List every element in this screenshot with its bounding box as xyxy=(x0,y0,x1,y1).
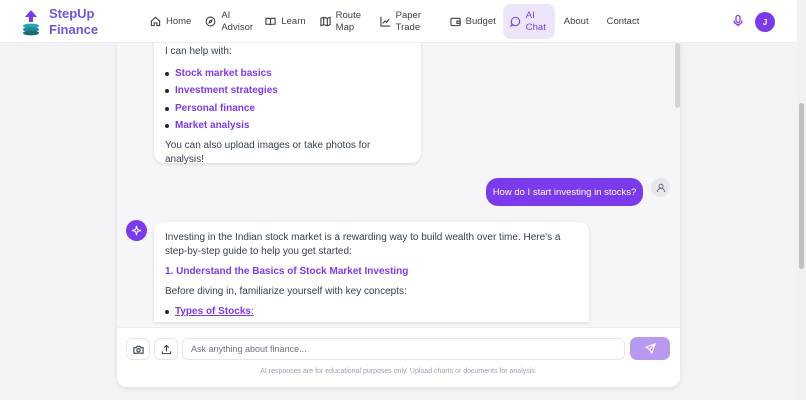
topic-item: Investment strategies xyxy=(165,83,410,101)
reply-bullet-title: Types of Stocks xyxy=(175,306,251,317)
topic-item: Market analysis xyxy=(165,118,410,136)
logo-coins-icon xyxy=(18,7,44,37)
nav-paper-trade-label: Paper Trade xyxy=(395,9,422,33)
topic-list: Stock market basics Investment strategie… xyxy=(165,65,410,135)
reply-bullet: Types of Stocks: xyxy=(165,305,578,319)
microphone-icon[interactable] xyxy=(731,14,745,28)
compass-icon xyxy=(205,16,216,27)
user-message: How do I start investing in stocks? xyxy=(486,178,643,206)
nav-learn[interactable]: Learn xyxy=(258,4,312,39)
nav-ai-chat-label: AI Chat xyxy=(525,9,546,33)
reply-bullet-colon: : xyxy=(250,306,254,317)
brand-logo[interactable]: StepUp Finance xyxy=(18,6,98,38)
welcome-intro: I can help with: xyxy=(165,46,232,57)
nav-ai-advisor[interactable]: AI Advisor xyxy=(198,4,258,39)
message-circle-icon xyxy=(509,16,520,27)
nav-home[interactable]: Home xyxy=(143,4,198,39)
reply-paragraph: Investing in the Indian stock market is … xyxy=(165,232,561,257)
topic-item: Stock market basics xyxy=(165,65,410,83)
user-icon xyxy=(656,183,665,192)
camera-icon xyxy=(132,345,144,354)
nav-ai-chat[interactable]: AI Chat xyxy=(502,4,555,39)
assistant-avatar xyxy=(126,220,147,241)
topic-item: Personal finance xyxy=(165,100,410,118)
page-scrollbar-thumb[interactable] xyxy=(799,103,804,269)
user-message-avatar xyxy=(651,178,670,197)
camera-button[interactable] xyxy=(126,338,150,360)
sparkles-icon xyxy=(131,225,142,236)
nav-ai-advisor-label: AI Advisor xyxy=(221,9,254,33)
disclaimer-text: AI responses are for educational purpose… xyxy=(260,368,537,375)
user-message-text: How do I start investing in stocks? xyxy=(492,186,637,198)
map-icon xyxy=(320,16,331,27)
reply-paragraph: Before diving in, familiarize yourself w… xyxy=(165,286,407,297)
reply-heading: 1. Understand the Basics of Stock Market… xyxy=(165,266,409,277)
nav-about-label: About xyxy=(563,15,589,27)
nav-contact[interactable]: Contact xyxy=(598,4,649,39)
trending-up-icon xyxy=(380,16,390,27)
nav-budget-label: Budget xyxy=(465,15,496,27)
user-avatar[interactable]: J xyxy=(755,12,775,32)
home-icon xyxy=(150,16,161,27)
send-button[interactable] xyxy=(630,337,670,360)
book-open-icon xyxy=(265,17,276,26)
nav-budget[interactable]: Budget xyxy=(443,4,503,39)
wallet-icon xyxy=(450,17,461,27)
upload-icon xyxy=(161,344,171,354)
top-navbar: StepUp Finance Home AI Advisor Learn Rou… xyxy=(0,0,797,43)
nav-about[interactable]: About xyxy=(555,4,598,39)
welcome-outro: You can also upload images or take photo… xyxy=(165,140,371,165)
send-icon xyxy=(644,343,656,354)
brand-line-1: StepUp xyxy=(49,6,95,21)
chat-scrollbar[interactable] xyxy=(675,43,680,108)
brand-name: StepUp Finance xyxy=(49,6,98,38)
brand-line-2: Finance xyxy=(49,22,99,37)
chat-input[interactable] xyxy=(182,338,625,360)
nav-learn-label: Learn xyxy=(281,15,306,27)
nav-route-map-label: Route Map xyxy=(335,9,362,33)
nav-paper-trade[interactable]: Paper Trade xyxy=(373,4,443,39)
upload-button[interactable] xyxy=(154,338,178,360)
user-initial: J xyxy=(762,17,768,27)
nav-contact-label: Contact xyxy=(606,15,640,27)
nav-home-label: Home xyxy=(166,15,192,27)
nav-route-map[interactable]: Route Map xyxy=(313,4,373,39)
assistant-reply-message: Investing in the Indian stock market is … xyxy=(154,222,589,322)
assistant-welcome-message: I can help with: Stock market basics Inv… xyxy=(154,33,421,165)
main-nav: Home AI Advisor Learn Route Map Paper Tr… xyxy=(143,4,648,39)
